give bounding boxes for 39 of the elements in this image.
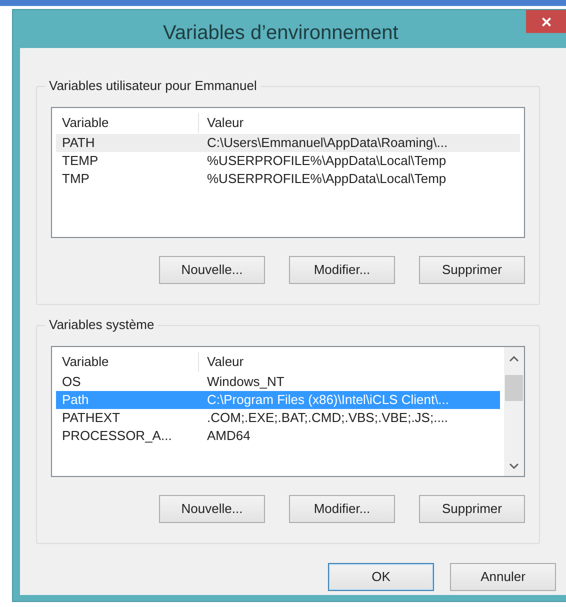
list-row[interactable]: PROCESSOR_A... AMD64 [56, 427, 500, 445]
variable-value: C:\Users\Emmanuel\AppData\Roaming\... [206, 134, 449, 152]
column-header[interactable]: Valeur [199, 113, 524, 133]
list-row[interactable]: OS Windows_NT [56, 373, 500, 391]
scroll-thumb[interactable] [505, 375, 523, 401]
variable-name: TMP [61, 170, 90, 188]
variable-name: PATH [61, 134, 96, 152]
list-row[interactable]: PATH C:\Users\Emmanuel\AppData\Roaming\... [56, 134, 520, 152]
variable-value: C:\Program Files (x86)\Intel\iCLS Client\... [206, 391, 450, 410]
variable-value: Windows_NT [206, 373, 286, 392]
window-title: Variables d’environnement [163, 21, 398, 46]
dialog-button[interactable]: Nouvelle... [159, 256, 265, 284]
scroll-up-icon[interactable] [509, 355, 519, 363]
list-row[interactable]: TEMP %USERPROFILE%\AppData\Local\Temp [56, 152, 520, 170]
variable-value: %USERPROFILE%\AppData\Local\Temp [206, 152, 448, 170]
dialog-button[interactable]: Modifier... [289, 495, 395, 523]
dialog-button[interactable]: Modifier... [289, 256, 395, 284]
scroll-down-icon[interactable] [509, 462, 519, 470]
dialog-button[interactable]: Supprimer [419, 256, 525, 284]
variable-name: PATHEXT [61, 409, 122, 428]
dialog-button[interactable]: Nouvelle... [159, 495, 265, 523]
list-row[interactable]: TMP %USERPROFILE%\AppData\Local\Temp [56, 170, 520, 188]
variable-value: %USERPROFILE%\AppData\Local\Temp [206, 170, 448, 188]
variable-name: OS [61, 373, 82, 392]
variable-name: TEMP [61, 152, 100, 170]
column-header[interactable]: Valeur [199, 352, 504, 372]
group-label: Variables système [45, 316, 158, 334]
ok-button[interactable]: OK [328, 563, 434, 591]
close-button[interactable]: × [526, 10, 566, 33]
dialog-button[interactable]: Annuler [450, 563, 556, 591]
column-header[interactable]: Variable [56, 352, 199, 372]
variable-name: Path [61, 391, 90, 410]
dialog-button[interactable]: Supprimer [419, 495, 525, 523]
variable-value: .COM;.EXE;.BAT;.CMD;.VBS;.VBE;.JS;.... [206, 409, 450, 428]
column-header[interactable]: Variable [56, 113, 199, 133]
variable-name: PROCESSOR_A... [61, 427, 173, 446]
scrollbar[interactable] [504, 347, 524, 476]
variable-value: AMD64 [206, 427, 252, 446]
list-row[interactable]: PATHEXT .COM;.EXE;.BAT;.CMD;.VBS;.VBE;.JS;.... [56, 409, 500, 427]
